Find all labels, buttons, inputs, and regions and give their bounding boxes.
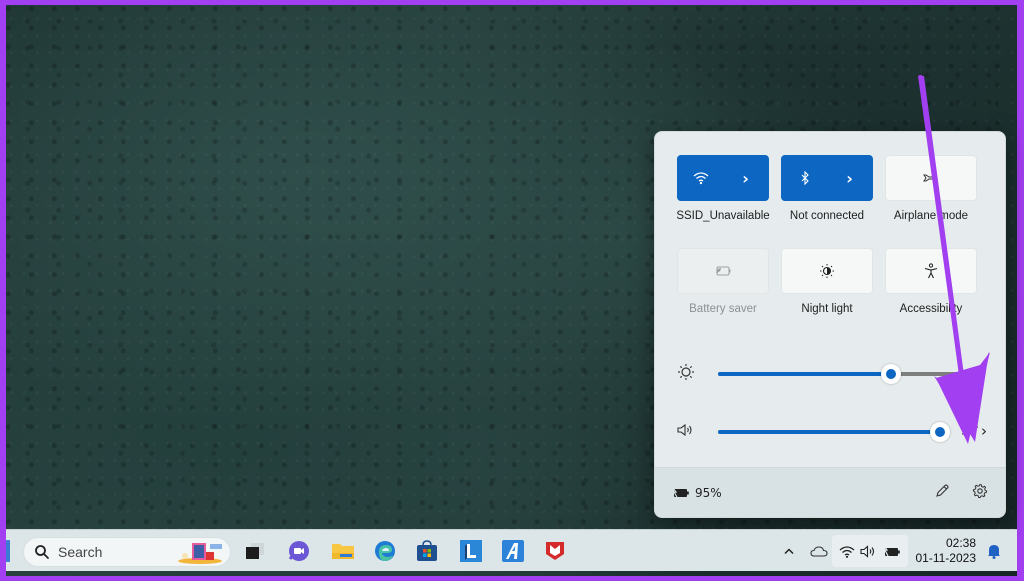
tile-airplane-mode: Airplane mode — [885, 155, 977, 248]
app-a-icon[interactable] — [500, 538, 526, 564]
clock-time: 02:38 — [945, 536, 976, 550]
wifi-icon — [839, 545, 855, 558]
search-placeholder: Search — [58, 544, 103, 560]
volume-slider[interactable] — [718, 422, 950, 442]
brightness-slider-row — [677, 362, 987, 386]
bluetooth-toggle[interactable]: › — [781, 155, 873, 201]
clock[interactable]: 02:38 01-11-2023 — [912, 536, 977, 566]
chevron-right-icon[interactable]: › — [827, 156, 872, 200]
search-box[interactable]: Search — [23, 537, 231, 567]
start-button-edge[interactable] — [6, 540, 10, 562]
brightness-icon — [677, 363, 707, 385]
brightness-slider-thumb[interactable] — [880, 364, 901, 384]
pencil-icon[interactable] — [934, 483, 950, 502]
audio-output-icon — [962, 424, 978, 437]
task-view-icon[interactable] — [242, 538, 268, 564]
search-icon — [35, 545, 49, 559]
wifi-toggle[interactable]: › — [677, 155, 769, 201]
bell-icon[interactable] — [981, 538, 1007, 564]
taskbar: Search 02:38 01-11-2023 — [6, 529, 1017, 571]
tile-label: Airplane mode — [893, 210, 969, 222]
volume-slider-row: › — [677, 420, 987, 444]
battery-saver-icon — [716, 266, 731, 276]
volume-slider-thumb[interactable] — [930, 422, 950, 442]
night-light-toggle[interactable] — [781, 248, 873, 294]
volume-slider-fill — [718, 430, 940, 434]
search-highlight-illustration — [178, 543, 222, 564]
system-tray-network-volume-battery[interactable] — [832, 535, 908, 567]
battery-percent: 95% — [695, 485, 722, 500]
tile-label: SSID_Unavailable — [676, 210, 770, 222]
tile-label: Battery saver — [689, 303, 757, 315]
battery-charging-icon — [672, 487, 689, 497]
tile-battery-saver: Battery saver — [677, 248, 769, 341]
tile-wifi: › SSID_Unavailable — [676, 155, 770, 248]
brightness-slider[interactable] — [718, 364, 958, 384]
accessibility-icon — [924, 263, 938, 279]
edge-browser-icon[interactable] — [372, 538, 398, 564]
chevron-up-icon[interactable] — [776, 538, 802, 564]
airplane-mode-toggle[interactable] — [885, 155, 977, 201]
teams-chat-icon[interactable] — [286, 538, 312, 564]
accessibility-toggle[interactable] — [885, 248, 977, 294]
chevron-right-icon: › — [981, 422, 987, 440]
brightness-slider-fill — [718, 372, 891, 376]
tile-bluetooth: › Not connected — [781, 155, 873, 248]
tile-label: Not connected — [789, 210, 865, 222]
tile-label: Night light — [801, 303, 853, 315]
wifi-icon[interactable] — [678, 156, 723, 200]
quick-settings-tiles: › SSID_Unavailable › Not connected Airpl… — [676, 155, 987, 341]
chevron-right-icon[interactable]: › — [723, 156, 768, 200]
bluetooth-icon[interactable] — [782, 156, 827, 200]
file-explorer-icon[interactable] — [330, 538, 356, 564]
tile-label: Accessibility — [899, 303, 963, 315]
tile-night-light: Night light — [781, 248, 873, 341]
battery-charging-icon — [883, 545, 900, 556]
tile-accessibility: Accessibility — [885, 248, 977, 341]
speaker-icon[interactable] — [677, 423, 707, 441]
gear-icon[interactable] — [972, 483, 988, 502]
battery-saver-toggle[interactable] — [677, 248, 769, 294]
mcafee-icon[interactable] — [542, 538, 568, 564]
quick-settings-footer: 95% — [655, 467, 1005, 517]
audio-output-button[interactable]: › — [961, 422, 987, 440]
airplane-icon — [923, 174, 938, 182]
cloud-icon[interactable] — [806, 538, 832, 564]
night-light-icon — [820, 264, 834, 278]
quick-settings-panel: › SSID_Unavailable › Not connected Airpl… — [654, 131, 1006, 518]
battery-status[interactable]: 95% — [672, 486, 722, 500]
microsoft-store-icon[interactable] — [414, 538, 440, 564]
clock-date: 01-11-2023 — [915, 551, 977, 565]
app-l-icon[interactable] — [458, 538, 484, 564]
speaker-icon — [860, 544, 875, 558]
